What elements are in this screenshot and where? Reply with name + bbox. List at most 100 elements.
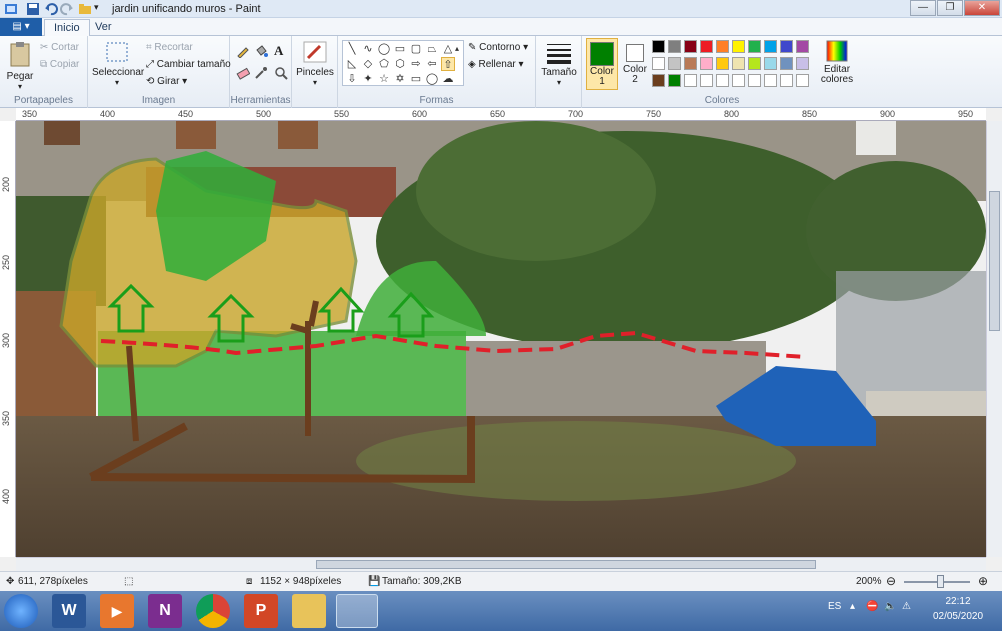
resize-button[interactable]: ⤢ Cambiar tamaño <box>146 59 231 70</box>
hexagon-shape-icon[interactable]: ⬡ <box>393 57 407 71</box>
start-button-icon[interactable] <box>4 594 38 628</box>
palette-color-swatch[interactable] <box>716 74 729 87</box>
horizontal-scrollbar[interactable] <box>16 557 986 571</box>
close-button[interactable]: ✕ <box>964 0 1000 16</box>
redo-icon[interactable] <box>60 2 74 16</box>
crop-button[interactable]: ⌗ Recortar <box>146 42 193 53</box>
pentagon-shape-icon[interactable]: ⬠ <box>377 57 391 71</box>
palette-color-swatch[interactable] <box>684 74 697 87</box>
media-player-icon[interactable]: ▶ <box>100 594 134 628</box>
clock-time[interactable]: 22:12 <box>928 596 988 607</box>
palette-color-swatch[interactable] <box>716 40 729 53</box>
palette-color-swatch[interactable] <box>796 40 809 53</box>
palette-color-swatch[interactable] <box>668 74 681 87</box>
rounded-rectangle-shape-icon[interactable]: ▢ <box>409 42 423 56</box>
magnifier-icon[interactable] <box>274 66 288 83</box>
color2-button[interactable]: Color 2 <box>620 38 650 90</box>
zoom-out-button[interactable]: ⊖ <box>886 574 896 588</box>
rotate-button[interactable]: ⟲ Girar ▾ <box>146 76 187 87</box>
palette-color-swatch[interactable] <box>700 57 713 70</box>
undo-icon[interactable] <box>44 2 58 16</box>
palette-color-swatch[interactable] <box>652 40 665 53</box>
zoom-in-button[interactable]: ⊕ <box>978 574 988 588</box>
palette-color-swatch[interactable] <box>748 57 761 70</box>
drawing-canvas[interactable] <box>16 121 986 557</box>
customize-quick-access-icon[interactable]: ▾ <box>94 2 108 16</box>
shapes-gallery[interactable]: ╲ ∿ ◯ ▭ ▢ ⏢ △ ◺ ◇ ⬠ ⬡ ⇨ ⇦ ⇧ ⇩ ✦ ☆ ✡ ▭ ◯ … <box>342 40 464 86</box>
up-arrow-shape-icon[interactable]: ⇧ <box>441 57 455 71</box>
network-icon[interactable]: ⛔ <box>866 601 878 612</box>
palette-color-swatch[interactable] <box>764 57 777 70</box>
palette-color-swatch[interactable] <box>700 74 713 87</box>
callout-cloud-shape-icon[interactable]: ☁ <box>441 72 455 86</box>
palette-color-swatch[interactable] <box>780 74 793 87</box>
onenote-app-icon[interactable]: N <box>148 594 182 628</box>
security-alert-icon[interactable]: ⚠ <box>902 601 911 612</box>
chrome-app-icon[interactable] <box>196 594 230 628</box>
left-arrow-shape-icon[interactable]: ⇦ <box>425 57 439 71</box>
palette-color-swatch[interactable] <box>652 74 665 87</box>
palette-color-swatch[interactable] <box>684 57 697 70</box>
callout-oval-shape-icon[interactable]: ◯ <box>425 72 439 86</box>
tab-ver[interactable]: Ver <box>86 19 121 36</box>
five-point-star-shape-icon[interactable]: ☆ <box>377 72 391 86</box>
text-tool-icon[interactable]: A <box>274 43 283 59</box>
callout-rect-shape-icon[interactable]: ▭ <box>409 72 423 86</box>
polygon-shape-icon[interactable]: ⏢ <box>425 42 439 56</box>
curve-shape-icon[interactable]: ∿ <box>361 42 375 56</box>
volume-icon[interactable]: 🔈 <box>884 601 896 612</box>
cut-button[interactable]: ✂ Cortar <box>40 42 79 53</box>
show-hidden-icons-icon[interactable]: ▴ <box>850 601 855 612</box>
language-indicator[interactable]: ES <box>828 601 841 612</box>
file-explorer-icon[interactable] <box>292 594 326 628</box>
four-point-star-shape-icon[interactable]: ✦ <box>361 72 375 86</box>
shapes-scroll-icon[interactable]: ▴ <box>451 42 463 56</box>
palette-color-swatch[interactable] <box>764 40 777 53</box>
fill-button[interactable]: ◈ Rellenar ▾ <box>468 59 524 70</box>
right-arrow-shape-icon[interactable]: ⇨ <box>409 57 423 71</box>
eraser-icon[interactable] <box>236 66 251 83</box>
paint-taskbar-icon[interactable] <box>336 594 378 628</box>
oval-shape-icon[interactable]: ◯ <box>377 42 391 56</box>
palette-color-swatch[interactable] <box>668 57 681 70</box>
file-menu-button[interactable]: ▤ ▾ <box>0 18 42 36</box>
zoom-slider-thumb[interactable] <box>937 575 944 588</box>
palette-color-swatch[interactable] <box>732 57 745 70</box>
outline-button[interactable]: ✎ Contorno ▾ <box>468 42 528 53</box>
copy-button[interactable]: ⧉ Copiar <box>40 59 79 70</box>
word-app-icon[interactable]: W <box>52 594 86 628</box>
color-picker-icon[interactable] <box>254 66 268 83</box>
palette-color-swatch[interactable] <box>732 74 745 87</box>
minimize-button[interactable]: — <box>910 0 936 16</box>
open-folder-icon[interactable] <box>78 2 92 16</box>
save-icon[interactable] <box>26 2 40 16</box>
palette-color-swatch[interactable] <box>652 57 665 70</box>
palette-color-swatch[interactable] <box>748 40 761 53</box>
maximize-button[interactable]: ❐ <box>937 0 963 16</box>
powerpoint-app-icon[interactable]: P <box>244 594 278 628</box>
palette-color-swatch[interactable] <box>796 74 809 87</box>
palette-color-swatch[interactable] <box>700 40 713 53</box>
size-button[interactable]: Tamaño ▾ <box>540 40 578 87</box>
select-button[interactable]: Seleccionar ▾ <box>92 40 144 87</box>
palette-color-swatch[interactable] <box>796 57 809 70</box>
vertical-scrollbar[interactable] <box>986 121 1002 557</box>
six-point-star-shape-icon[interactable]: ✡ <box>393 72 407 86</box>
fill-bucket-icon[interactable] <box>254 44 268 61</box>
clock-date[interactable]: 02/05/2020 <box>928 611 988 622</box>
rectangle-shape-icon[interactable]: ▭ <box>393 42 407 56</box>
horizontal-scroll-thumb[interactable] <box>316 560 816 569</box>
palette-color-swatch[interactable] <box>732 40 745 53</box>
palette-color-swatch[interactable] <box>764 74 777 87</box>
edit-colors-button[interactable]: Editar colores <box>820 40 854 85</box>
palette-color-swatch[interactable] <box>780 40 793 53</box>
right-triangle-shape-icon[interactable]: ◺ <box>345 57 359 71</box>
palette-color-swatch[interactable] <box>716 57 729 70</box>
palette-color-swatch[interactable] <box>684 40 697 53</box>
color1-button[interactable]: Color 1 <box>586 38 618 90</box>
tab-inicio[interactable]: Inicio <box>44 19 90 36</box>
line-shape-icon[interactable]: ╲ <box>345 42 359 56</box>
down-arrow-shape-icon[interactable]: ⇩ <box>345 72 359 86</box>
palette-color-swatch[interactable] <box>668 40 681 53</box>
palette-color-swatch[interactable] <box>780 57 793 70</box>
